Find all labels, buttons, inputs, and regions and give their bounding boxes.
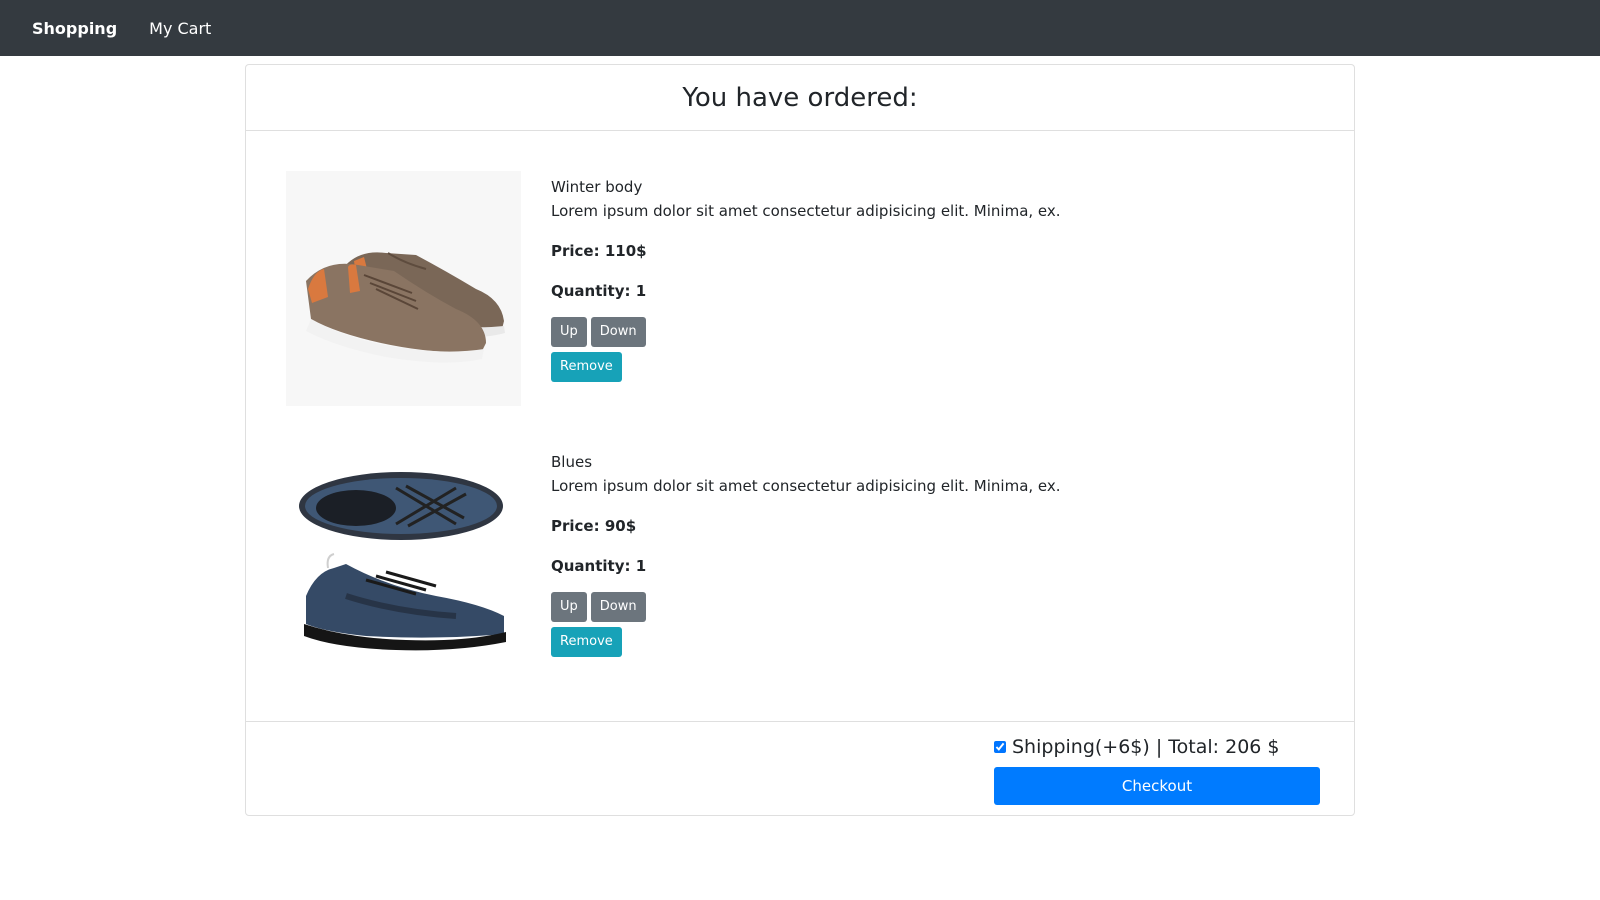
top-navbar: Shopping My Cart [0,0,1600,56]
order-card: You have ordered: Winter body Lorem ipsu… [245,64,1355,816]
item-price: Price: 110$ [551,242,647,260]
item-description: Lorem ipsum dolor sit amet consectetur a… [551,202,1061,220]
my-cart-link[interactable]: My Cart [149,19,211,38]
checkout-button[interactable]: Checkout [994,767,1320,805]
brand-link[interactable]: Shopping [32,19,117,38]
quantity-controls: Up Down [551,592,1311,622]
shipping-total-text: Shipping(+6$) | Total: 206 $ [1012,736,1280,758]
order-heading: You have ordered: [682,82,918,113]
brown-sneaker-image [286,171,521,406]
cart-item: Winter body Lorem ipsum dolor sit amet c… [286,171,1316,406]
order-card-header: You have ordered: [246,65,1354,131]
item-price: Price: 90$ [551,517,637,535]
quantity-down-button[interactable]: Down [590,592,646,622]
item-name: Winter body [551,178,643,196]
shipping-checkbox[interactable] [994,741,1006,753]
quantity-controls: Up Down [551,317,1311,347]
blue-knit-sneaker-image [286,446,521,681]
order-items: Winter body Lorem ipsum dolor sit amet c… [246,131,1354,721]
cart-item: Blues Lorem ipsum dolor sit amet consect… [286,446,1316,681]
item-info: Winter body Lorem ipsum dolor sit amet c… [551,175,1311,382]
item-quantity: Quantity: 1 [551,557,647,575]
order-card-footer: Shipping(+6$) | Total: 206 $ Checkout [246,721,1354,815]
remove-item-button[interactable]: Remove [551,352,622,382]
item-info: Blues Lorem ipsum dolor sit amet consect… [551,450,1311,657]
quantity-up-button[interactable]: Up [551,592,587,622]
item-name: Blues [551,453,593,471]
quantity-up-button[interactable]: Up [551,317,587,347]
item-quantity: Quantity: 1 [551,282,647,300]
remove-item-button[interactable]: Remove [551,627,622,657]
item-description: Lorem ipsum dolor sit amet consectetur a… [551,477,1061,495]
shipping-option[interactable]: Shipping(+6$) | Total: 206 $ [994,736,1280,758]
quantity-down-button[interactable]: Down [590,317,646,347]
